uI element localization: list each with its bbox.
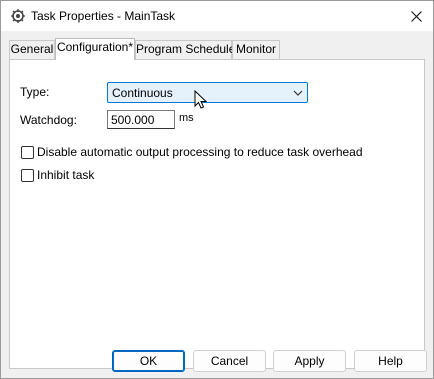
help-button[interactable]: Help: [354, 350, 427, 372]
tab-configuration[interactable]: Configuration*: [55, 38, 135, 60]
tab-label: Monitor: [235, 42, 276, 56]
configuration-panel: Type: Continuous Watchdog: 500.000 ms Di…: [9, 59, 425, 369]
tab-program-schedule[interactable]: Program Schedule: [135, 40, 236, 59]
cancel-button[interactable]: Cancel: [193, 350, 266, 372]
tab-monitor[interactable]: Monitor: [232, 40, 280, 59]
watchdog-input[interactable]: 500.000: [107, 110, 175, 129]
type-label: Type:: [20, 85, 50, 99]
chevron-down-icon: [293, 90, 303, 96]
title-bar[interactable]: Task Properties - MainTask: [1, 1, 433, 31]
inhibit-task-label[interactable]: Inhibit task: [37, 168, 94, 182]
tab-label: Program Schedule: [136, 42, 236, 56]
watchdog-unit: ms: [179, 112, 194, 124]
window-title: Task Properties - MainTask: [31, 9, 176, 23]
mouse-pointer-icon: [194, 90, 207, 109]
ok-button[interactable]: OK: [112, 350, 185, 372]
type-dropdown-value: Continuous: [112, 86, 173, 100]
watchdog-value: 500.000: [111, 113, 155, 127]
task-gear-icon: [10, 8, 26, 24]
tab-label: General: [10, 42, 54, 56]
inhibit-task-checkbox[interactable]: [21, 169, 34, 182]
tab-label: Configuration*: [56, 40, 134, 54]
tab-general[interactable]: General: [9, 40, 55, 59]
task-properties-dialog: Task Properties - MainTask General Confi…: [0, 0, 434, 379]
disable-output-checkbox[interactable]: [21, 146, 34, 159]
close-button[interactable]: [405, 5, 427, 27]
watchdog-label: Watchdog:: [20, 113, 77, 127]
apply-button[interactable]: Apply: [273, 350, 346, 372]
disable-output-label[interactable]: Disable automatic output processing to r…: [37, 145, 363, 159]
type-dropdown[interactable]: Continuous: [107, 82, 308, 109]
dialog-body: General Configuration* Program Schedule …: [1, 31, 433, 378]
close-icon: [410, 10, 422, 22]
